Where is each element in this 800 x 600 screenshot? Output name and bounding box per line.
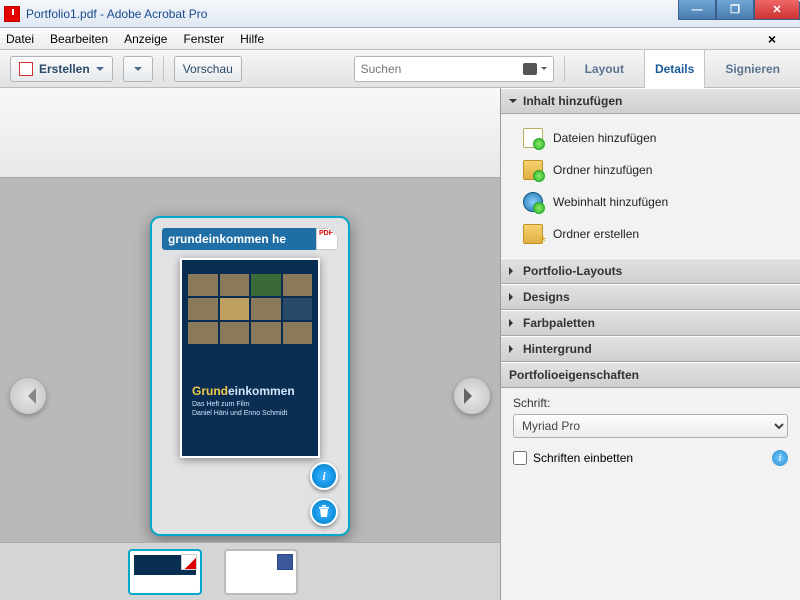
thumb-1[interactable] bbox=[128, 549, 202, 595]
cover-mosaic bbox=[188, 274, 312, 344]
font-select[interactable]: Myriad Pro bbox=[513, 414, 788, 438]
triangle-right-icon bbox=[509, 345, 517, 353]
globe-add-icon bbox=[523, 192, 543, 212]
add-web-content[interactable]: Webinhalt hinzufügen bbox=[501, 186, 800, 218]
add-folder[interactable]: Ordner hinzufügen bbox=[501, 154, 800, 186]
create-label: Erstellen bbox=[39, 62, 90, 76]
chevron-left-icon bbox=[20, 388, 36, 404]
separator bbox=[163, 56, 164, 82]
close-button[interactable]: ✕ bbox=[754, 0, 800, 20]
embed-fonts-checkbox[interactable] bbox=[513, 451, 527, 465]
info-button[interactable]: i bbox=[310, 462, 338, 490]
menu-file[interactable]: Datei bbox=[6, 32, 34, 46]
section-label: Hintergrund bbox=[523, 342, 592, 356]
thumb-2[interactable] bbox=[224, 549, 298, 595]
create-folder[interactable]: Ordner erstellen bbox=[501, 218, 800, 250]
caret-down-icon bbox=[96, 67, 104, 75]
binoculars-icon bbox=[523, 63, 537, 75]
info-icon[interactable]: i bbox=[772, 450, 788, 466]
word-icon bbox=[277, 554, 293, 570]
create-button[interactable]: Erstellen bbox=[10, 56, 113, 82]
side-panel: Inhalt hinzufügen Dateien hinzufügen Ord… bbox=[500, 88, 800, 600]
menu-edit[interactable]: Bearbeiten bbox=[50, 32, 108, 46]
section-background[interactable]: Hintergrund bbox=[501, 336, 800, 362]
app-icon bbox=[4, 6, 20, 22]
add-content-list: Dateien hinzufügen Ordner hinzufügen Web… bbox=[501, 114, 800, 258]
item-label: Ordner hinzufügen bbox=[553, 163, 652, 177]
maximize-button[interactable]: ❐ bbox=[716, 0, 754, 20]
section-properties: Portfolioeigenschaften bbox=[501, 362, 800, 388]
minimize-button[interactable]: — bbox=[678, 0, 716, 20]
section-label: Portfolioeigenschaften bbox=[509, 368, 639, 382]
card-filename-bar: grundeinkommen he bbox=[162, 228, 338, 250]
font-label: Schrift: bbox=[513, 396, 788, 410]
card-filename: grundeinkommen he bbox=[168, 232, 286, 246]
tab-layout[interactable]: Layout bbox=[575, 50, 634, 88]
section-add-content[interactable]: Inhalt hinzufügen bbox=[501, 88, 800, 114]
tab-sign[interactable]: Signieren bbox=[715, 50, 790, 88]
triangle-right-icon bbox=[509, 293, 517, 301]
cover-title: Grundeinkommen bbox=[192, 384, 295, 398]
add-files[interactable]: Dateien hinzufügen bbox=[501, 122, 800, 154]
portfolio-stage: grundeinkommen he Grundeinkommen Das Hef… bbox=[0, 88, 500, 600]
triangle-right-icon bbox=[509, 267, 517, 275]
folder-new-icon bbox=[523, 224, 543, 244]
prev-button[interactable] bbox=[10, 378, 46, 414]
menu-help[interactable]: Hilfe bbox=[240, 32, 264, 46]
stage-header-area bbox=[0, 88, 500, 178]
item-label: Webinhalt hinzufügen bbox=[553, 195, 668, 209]
search-input[interactable] bbox=[361, 62, 523, 76]
window-titlebar: Portfolio1.pdf - Adobe Acrobat Pro — ❐ ✕ bbox=[0, 0, 800, 28]
next-button[interactable] bbox=[454, 378, 490, 414]
embed-fonts-label: Schriften einbetten bbox=[533, 451, 633, 465]
triangle-right-icon bbox=[509, 319, 517, 327]
card-cover: Grundeinkommen Das Heft zum Film Daniel … bbox=[180, 258, 320, 458]
section-label: Portfolio-Layouts bbox=[523, 264, 622, 278]
portfolio-card[interactable]: grundeinkommen he Grundeinkommen Das Hef… bbox=[150, 216, 350, 536]
section-layouts[interactable]: Portfolio-Layouts bbox=[501, 258, 800, 284]
create-pdf-icon bbox=[19, 62, 33, 76]
pdf-icon bbox=[181, 554, 197, 570]
triangle-down-icon bbox=[509, 99, 517, 107]
chevron-right-icon bbox=[464, 388, 480, 404]
document-close-icon[interactable]: × bbox=[768, 31, 776, 47]
search-field[interactable] bbox=[354, 56, 554, 82]
cover-subtitle: Das Heft zum Film Daniel Häni und Enno S… bbox=[192, 400, 287, 418]
section-label: Inhalt hinzufügen bbox=[523, 94, 622, 108]
file-add-icon bbox=[523, 128, 543, 148]
preview-label: Vorschau bbox=[183, 62, 233, 76]
toolbar: Erstellen Vorschau Layout Details Signie… bbox=[0, 50, 800, 88]
caret-down-icon bbox=[134, 67, 142, 75]
item-label: Ordner erstellen bbox=[553, 227, 639, 241]
separator bbox=[564, 56, 565, 82]
trash-icon bbox=[317, 505, 331, 519]
section-designs[interactable]: Designs bbox=[501, 284, 800, 310]
item-label: Dateien hinzufügen bbox=[553, 131, 656, 145]
menu-window[interactable]: Fenster bbox=[183, 32, 224, 46]
menu-bar: Datei Bearbeiten Anzeige Fenster Hilfe × bbox=[0, 28, 800, 50]
thumbnail-tray bbox=[0, 542, 500, 600]
window-title: Portfolio1.pdf - Adobe Acrobat Pro bbox=[26, 7, 207, 21]
section-label: Farbpaletten bbox=[523, 316, 595, 330]
pdf-icon bbox=[316, 228, 338, 250]
section-palettes[interactable]: Farbpaletten bbox=[501, 310, 800, 336]
delete-button[interactable] bbox=[310, 498, 338, 526]
properties-body: Schrift: Myriad Pro Schriften einbetten … bbox=[501, 388, 800, 478]
preview-button[interactable]: Vorschau bbox=[174, 56, 242, 82]
create-split-button[interactable] bbox=[123, 56, 153, 82]
section-label: Designs bbox=[523, 290, 570, 304]
tab-details[interactable]: Details bbox=[644, 50, 705, 88]
caret-down-icon[interactable] bbox=[541, 67, 547, 73]
folder-add-icon bbox=[523, 160, 543, 180]
menu-view[interactable]: Anzeige bbox=[124, 32, 167, 46]
